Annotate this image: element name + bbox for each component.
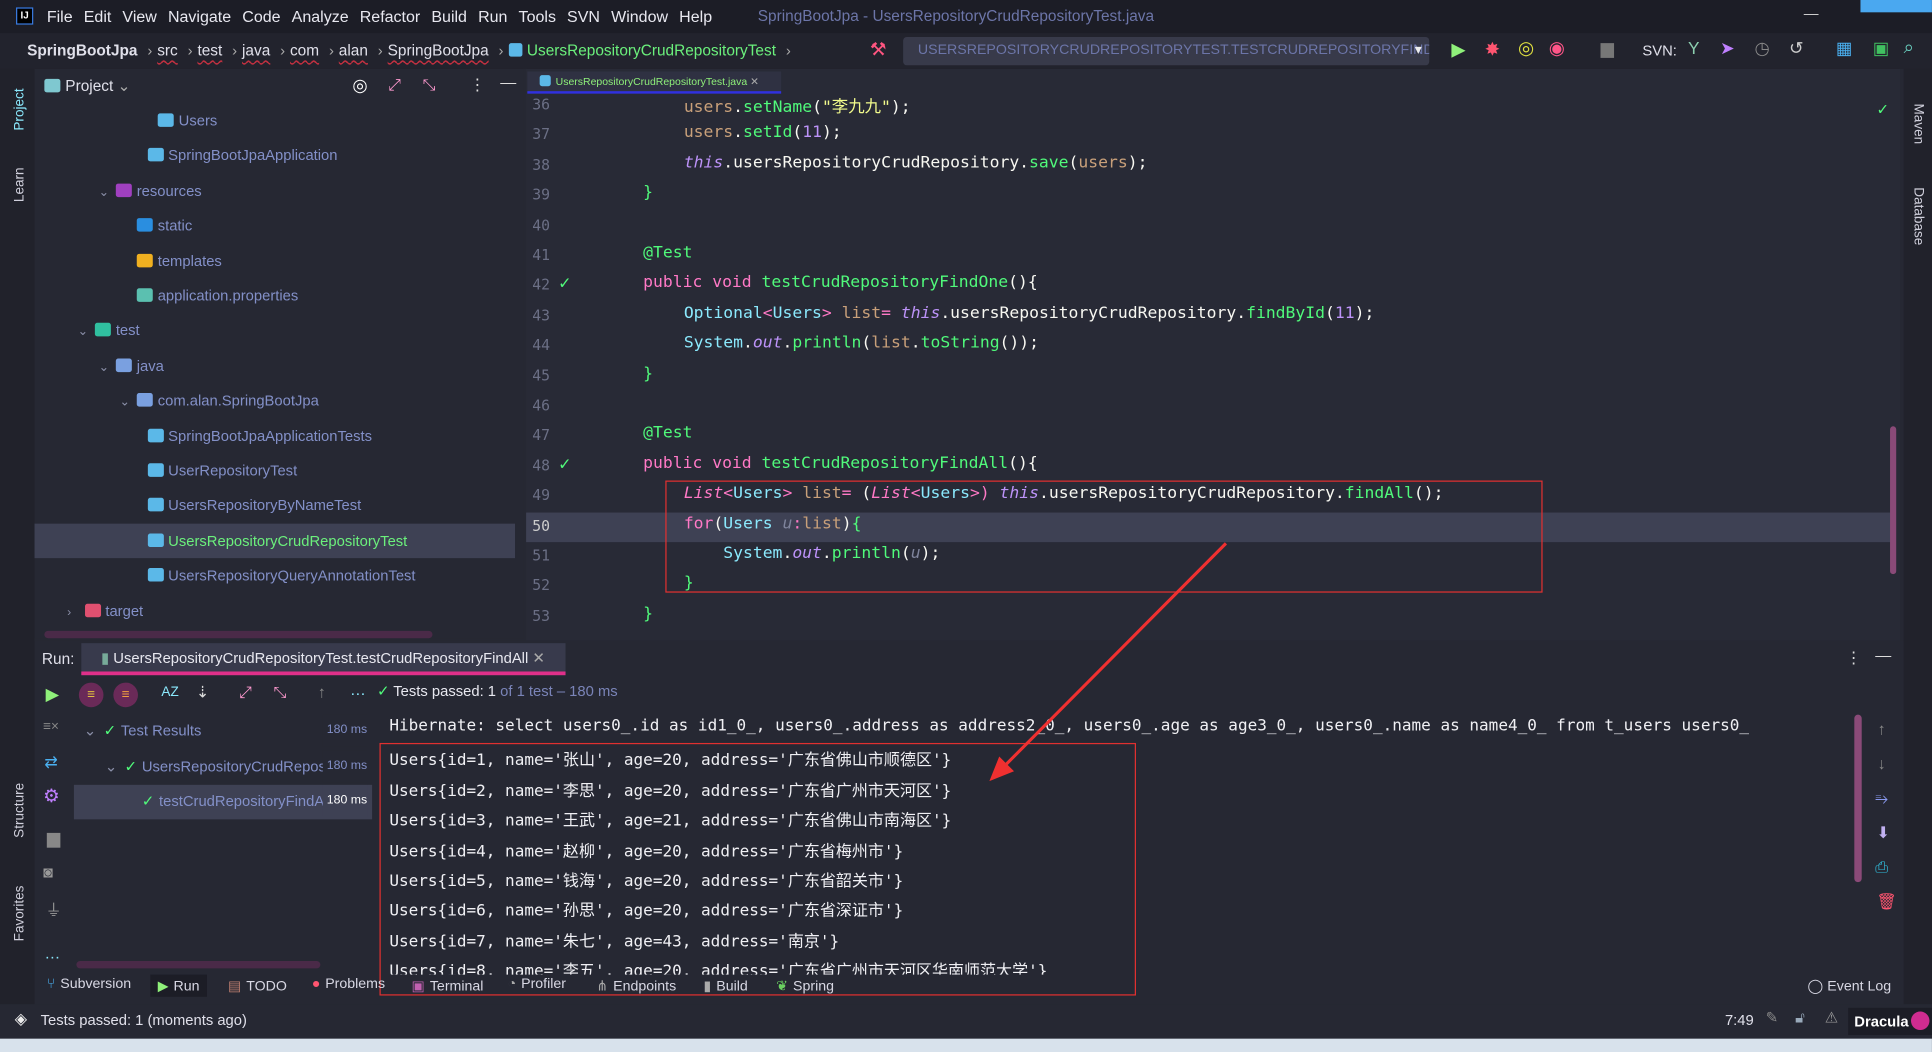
arrow-shaft (996, 542, 1228, 774)
annotation-arrow (989, 542, 1228, 782)
ide-window: IJ File Edit View Navigate Code Analyze Refact… (0, 0, 1932, 1052)
